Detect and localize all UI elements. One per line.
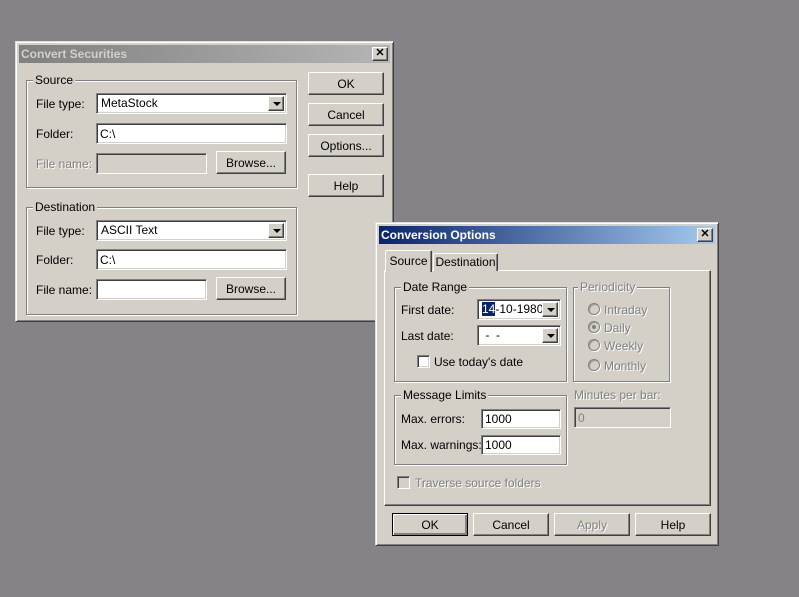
destination-file-name-input[interactable] (96, 279, 207, 300)
radio-weekly[interactable] (588, 339, 600, 351)
periodicity-group: Periodicity Intraday Daily Weekly Monthl… (573, 280, 670, 382)
destination-folder-label: Folder: (36, 253, 74, 267)
conversion-options-titlebar[interactable]: Conversion Options ✕ (379, 226, 715, 244)
destination-folder-input[interactable] (96, 249, 287, 270)
periodicity-legend: Periodicity (578, 280, 638, 294)
minutes-per-bar-input[interactable] (574, 407, 671, 428)
tab-source-label: Source (389, 254, 428, 268)
minutes-per-bar-label: Minutes per bar: (574, 388, 661, 402)
source-file-type-select[interactable]: MetaStock (96, 93, 287, 114)
chevron-down-icon[interactable] (268, 223, 284, 238)
max-warnings-label: Max. warnings: (401, 438, 482, 452)
conversion-options-title: Conversion Options (381, 228, 496, 242)
source-file-name-label: File name: (36, 157, 93, 171)
max-errors-input[interactable] (481, 409, 561, 429)
destination-file-type-value: ASCII Text (101, 223, 158, 237)
last-date-picker[interactable]: - - (477, 325, 561, 346)
source-file-type-label: File type: (36, 97, 85, 111)
last-date-label: Last date: (401, 329, 454, 343)
help-button[interactable]: Help (308, 174, 384, 197)
use-today-label[interactable]: Use today's date (434, 355, 523, 369)
convert-securities-dialog: Convert Securities ✕ Source File type: M… (15, 41, 394, 322)
intraday-label: Intraday (604, 303, 648, 317)
radio-daily[interactable] (588, 321, 600, 333)
source-file-type-value: MetaStock (101, 96, 158, 110)
close-icon[interactable]: ✕ (372, 47, 388, 61)
weekly-label: Weekly (604, 339, 644, 353)
first-date-picker[interactable]: 14-10-1980 (477, 299, 561, 320)
max-warnings-input[interactable] (481, 435, 561, 455)
destination-group: Destination File type: ASCII Text Folder… (26, 200, 297, 315)
ok-button[interactable]: OK (392, 513, 468, 536)
chevron-down-icon[interactable] (542, 328, 558, 343)
tab-source[interactable]: Source (385, 250, 432, 272)
use-today-checkbox[interactable] (417, 355, 430, 368)
source-legend: Source (33, 73, 76, 87)
max-errors-label: Max. errors: (401, 412, 466, 426)
source-browse-button[interactable]: Browse... (216, 151, 286, 174)
monthly-label: Monthly (604, 359, 647, 373)
destination-browse-button[interactable]: Browse... (216, 277, 286, 300)
convert-securities-title: Convert Securities (21, 47, 128, 61)
destination-file-name-label: File name: (36, 283, 93, 297)
chevron-down-icon[interactable] (268, 96, 284, 111)
help-button[interactable]: Help (635, 513, 711, 536)
traverse-label: Traverse source folders (415, 476, 541, 490)
message-limits-legend: Message Limits (401, 388, 489, 402)
tab-destination[interactable]: Destination (433, 253, 498, 271)
options-button[interactable]: Options... (308, 134, 384, 157)
convert-securities-titlebar[interactable]: Convert Securities ✕ (19, 45, 390, 63)
message-limits-group: Message Limits Max. errors: Max. warning… (394, 388, 567, 465)
first-date-rest: -10-1980 (495, 302, 544, 316)
conversion-options-dialog: Conversion Options ✕ Source Destination … (375, 222, 719, 546)
radio-monthly[interactable] (588, 359, 600, 371)
source-group: Source File type: MetaStock Folder: File… (26, 73, 297, 188)
traverse-checkbox[interactable] (397, 476, 410, 489)
destination-file-type-select[interactable]: ASCII Text (96, 220, 287, 241)
date-range-legend: Date Range (401, 280, 470, 294)
destination-legend: Destination (33, 200, 98, 214)
radio-intraday[interactable] (588, 303, 600, 315)
date-range-group: Date Range First date: 14-10-1980 Last d… (394, 280, 567, 382)
cancel-button[interactable]: Cancel (473, 513, 549, 536)
first-date-label: First date: (401, 303, 455, 317)
last-date-value: - - (482, 328, 500, 342)
source-folder-label: Folder: (36, 127, 74, 141)
chevron-down-icon[interactable] (542, 302, 558, 317)
first-date-selected-part: 14 (482, 302, 496, 316)
close-icon[interactable]: ✕ (697, 228, 713, 242)
destination-file-type-label: File type: (36, 224, 85, 238)
apply-button[interactable]: Apply (554, 513, 630, 536)
source-folder-input[interactable] (96, 123, 287, 144)
tab-destination-label: Destination (435, 255, 496, 269)
ok-button[interactable]: OK (308, 72, 384, 95)
source-file-name-input[interactable] (96, 153, 207, 174)
daily-label: Daily (604, 321, 631, 335)
cancel-button[interactable]: Cancel (308, 103, 384, 126)
